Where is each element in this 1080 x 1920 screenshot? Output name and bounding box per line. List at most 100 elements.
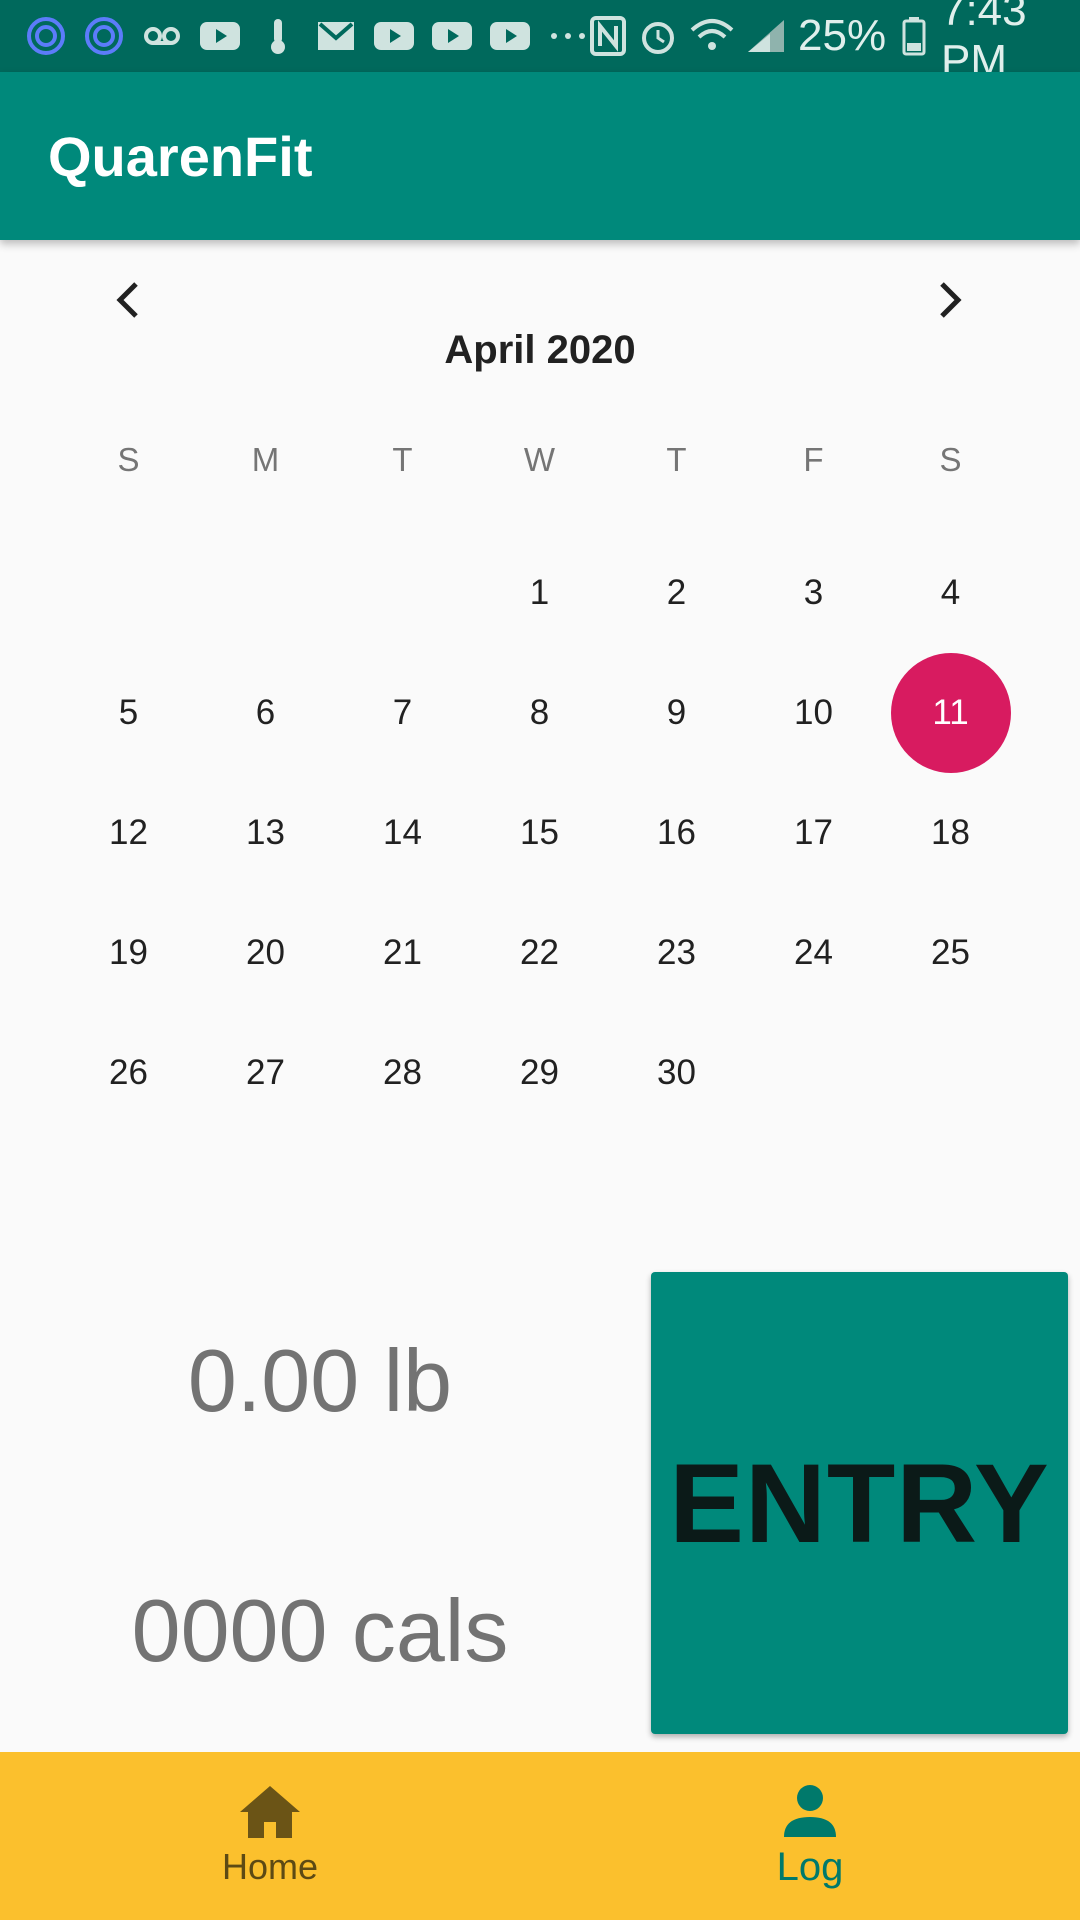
weekday-label: S (117, 441, 140, 478)
entry-button[interactable]: ENTRY (651, 1272, 1068, 1734)
day-number: 5 (118, 693, 139, 732)
youtube-icon (488, 14, 532, 58)
day-number: 2 (666, 573, 687, 612)
day-number: 4 (940, 573, 961, 612)
nav-home-label: Home (221, 1846, 319, 1887)
home-icon (240, 1786, 300, 1838)
day-number: 25 (931, 933, 970, 972)
day-cell[interactable]: 1 (471, 533, 608, 653)
day-cell[interactable]: 9 (608, 653, 745, 773)
day-cell[interactable]: 15 (471, 773, 608, 893)
thermometer-icon (256, 14, 300, 58)
day-cell[interactable]: 8 (471, 653, 608, 773)
person-icon (784, 1784, 836, 1837)
gmail-icon (314, 14, 358, 58)
day-number: 30 (657, 1053, 696, 1092)
notification-icons (24, 14, 590, 58)
day-cell[interactable]: 2 (608, 533, 745, 653)
weekday-label: W (523, 441, 556, 478)
day-number: 23 (657, 933, 696, 972)
day-number: 3 (803, 573, 824, 612)
youtube-icon (198, 14, 242, 58)
empty-day-cell (197, 533, 334, 653)
day-cell[interactable]: 26 (60, 1013, 197, 1133)
weekday-label: T (666, 441, 687, 478)
status-bar: 25% 7:43 PM (0, 0, 1080, 85)
day-cell[interactable]: 18 (882, 773, 1019, 893)
day-cell[interactable]: 24 (745, 893, 882, 1013)
day-number: 1 (529, 573, 550, 612)
day-number: 28 (383, 1053, 422, 1092)
day-number: 27 (246, 1053, 285, 1092)
day-cell[interactable]: 22 (471, 893, 608, 1013)
chevron-left-icon (116, 282, 138, 318)
day-number: 11 (890, 653, 1011, 773)
nav-log[interactable]: Log (540, 1752, 1080, 1920)
calendar: April 2020 SMTWTFS 1 2 3 4 5 6 7 8 9 10 11 12 13 14 15… (0, 240, 1080, 1180)
day-cell[interactable]: 29 (471, 1013, 608, 1133)
day-cell[interactable]: 10 (745, 653, 882, 773)
day-cell[interactable]: 30 (608, 1013, 745, 1133)
wifi-icon (690, 14, 734, 58)
day-cell[interactable]: 7 (334, 653, 471, 773)
more-dots-icon (546, 14, 590, 58)
day-cell[interactable]: 23 (608, 893, 745, 1013)
day-cell[interactable]: 6 (197, 653, 334, 773)
day-cell[interactable]: 19 (60, 893, 197, 1013)
day-number: 14 (383, 813, 422, 852)
day-cell[interactable]: 4 (882, 533, 1019, 653)
battery-percentage: 25% (798, 11, 887, 60)
day-number: 8 (529, 693, 550, 732)
previous-month-button[interactable] (88, 260, 168, 340)
day-number: 21 (383, 933, 422, 972)
battery-icon (898, 14, 929, 58)
day-cell[interactable]: 5 (60, 653, 197, 773)
day-number: 16 (657, 813, 696, 852)
weekday-label: M (251, 441, 280, 478)
app-bar: QuarenFit (0, 72, 1080, 240)
day-cell[interactable]: 20 (197, 893, 334, 1013)
nfc-icon (590, 14, 626, 58)
nav-home[interactable]: Home (0, 1752, 540, 1920)
calories-value: 0000 cals (131, 1581, 509, 1680)
day-number: 17 (794, 813, 833, 852)
day-cell[interactable]: 25 (882, 893, 1019, 1013)
empty-day-cell (334, 533, 471, 653)
signal-icon (746, 14, 786, 58)
youtube-icon (430, 14, 474, 58)
day-number: 9 (666, 693, 687, 732)
weekday-label: T (392, 441, 413, 478)
day-number: 24 (794, 933, 833, 972)
youtube-icon (372, 14, 416, 58)
day-number: 18 (931, 813, 970, 852)
selected-day[interactable]: 11 (882, 653, 1019, 773)
day-cell[interactable]: 3 (745, 533, 882, 653)
day-cell[interactable]: 12 (60, 773, 197, 893)
next-month-button[interactable] (910, 260, 990, 340)
day-cell[interactable]: 21 (334, 893, 471, 1013)
day-cell[interactable]: 16 (608, 773, 745, 893)
day-number: 12 (109, 813, 148, 852)
day-cell[interactable]: 28 (334, 1013, 471, 1133)
day-cell[interactable]: 27 (197, 1013, 334, 1133)
day-number: 19 (109, 933, 148, 972)
app-title: QuarenFit (48, 124, 313, 188)
day-number: 29 (520, 1053, 559, 1092)
alarm-icon (638, 14, 678, 58)
day-cell[interactable]: 13 (197, 773, 334, 893)
weekday-label: S (939, 441, 962, 478)
day-number: 15 (520, 813, 559, 852)
day-number: 13 (246, 813, 285, 852)
weekday-header: SMTWTFS (60, 430, 1020, 490)
day-cell[interactable]: 17 (745, 773, 882, 893)
day-number: 6 (255, 693, 276, 732)
nav-log-label: Log (776, 1844, 844, 1889)
day-number: 22 (520, 933, 559, 972)
day-cell[interactable]: 14 (334, 773, 471, 893)
empty-day-cell (60, 533, 197, 653)
day-number: 26 (109, 1053, 148, 1092)
entry-button-label: ENTRY (669, 1440, 1050, 1566)
chevron-right-icon (940, 282, 962, 318)
day-number: 20 (246, 933, 285, 972)
target-icon (82, 14, 126, 58)
